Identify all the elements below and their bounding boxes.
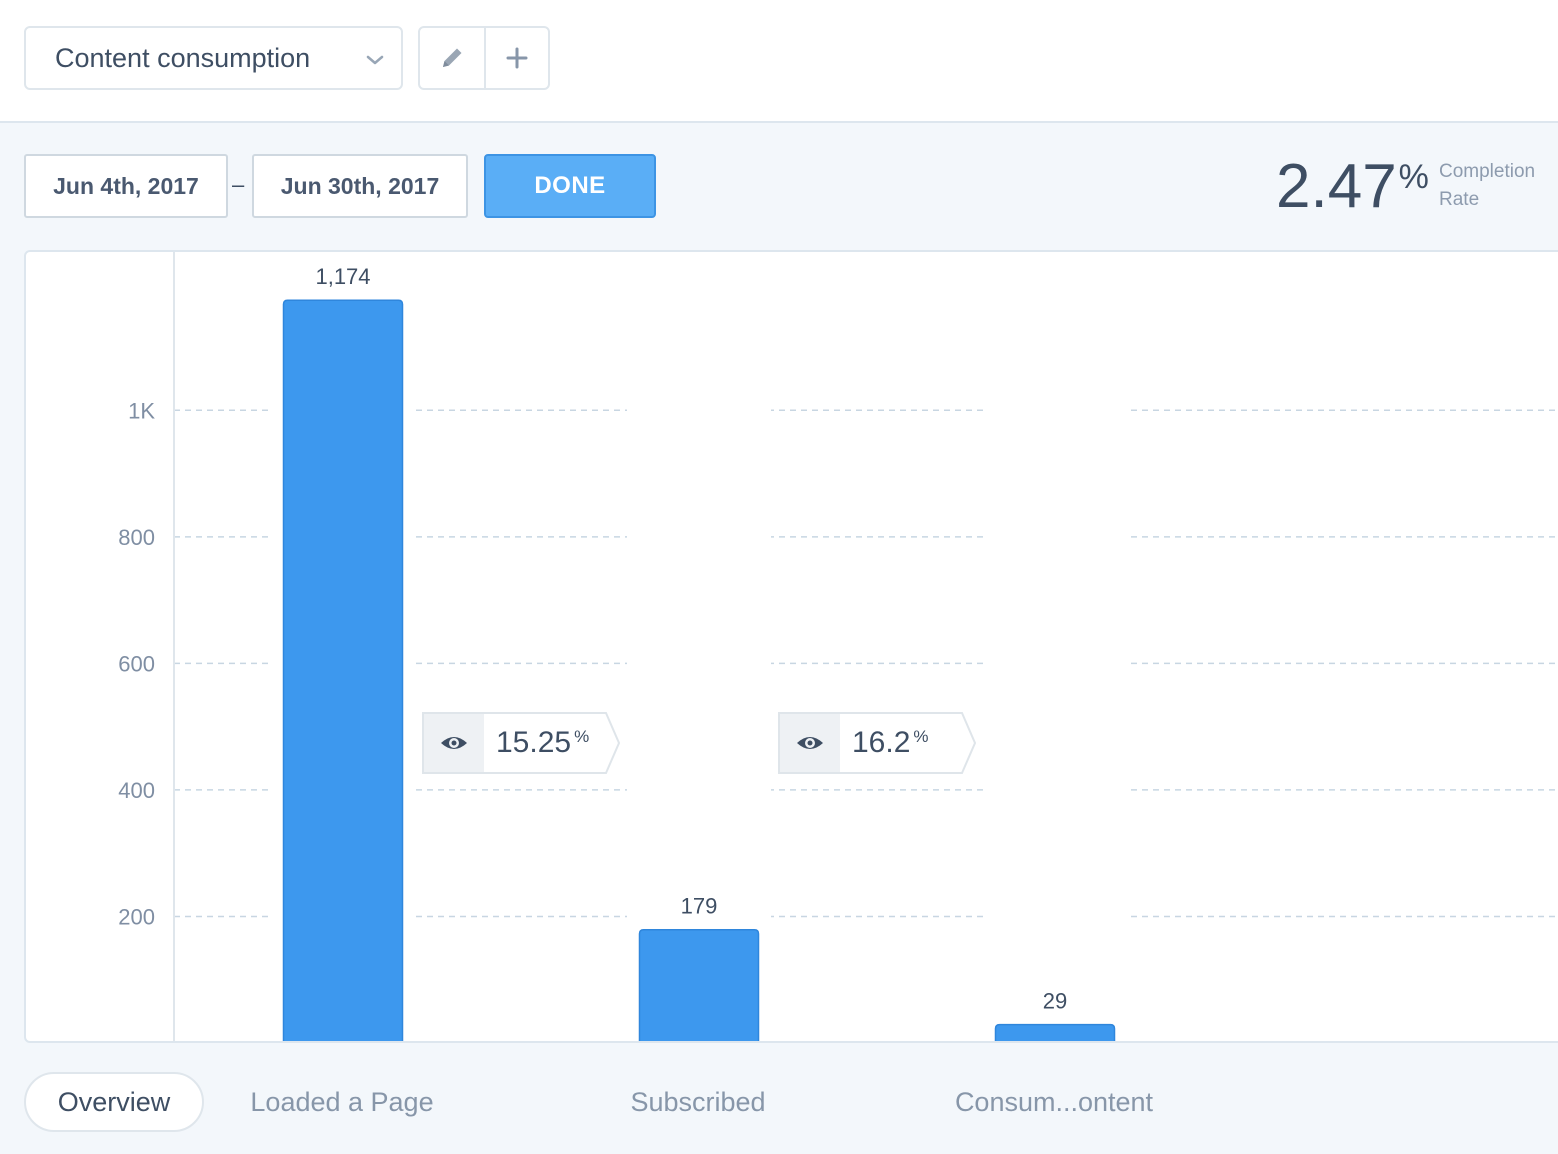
step-tabs: Overview Loaded a Page Subscribed Consum…	[0, 1060, 1558, 1150]
plus-icon	[506, 47, 528, 69]
report-actions	[418, 26, 550, 90]
conversion-tag-2[interactable]: 16.2%	[778, 712, 976, 774]
tag-arrow	[958, 712, 976, 774]
eye-icon	[422, 712, 484, 774]
conversion-number-2: 16.2	[852, 726, 911, 759]
conversion-unit-2: %	[913, 727, 929, 746]
start-date-value: Jun 4th, 2017	[53, 172, 199, 199]
tab-subscribed[interactable]: Subscribed	[588, 1072, 808, 1132]
pencil-icon	[442, 48, 462, 67]
completion-rate-label: Completion Rate	[1439, 161, 1536, 210]
y-tick-label: 200	[118, 904, 155, 929]
completion-rate: 2.47 %	[1276, 150, 1429, 224]
tab-consumed-content[interactable]: Consum...ontent	[934, 1072, 1174, 1132]
conversion-tag-1[interactable]: 15.25%	[422, 712, 620, 774]
y-tick-label: 600	[118, 651, 155, 676]
date-separator: –	[232, 172, 245, 197]
y-tick-label: 1K	[128, 398, 155, 423]
report-select-label: Content consumption	[55, 42, 311, 73]
eye-icon	[778, 712, 840, 774]
y-tick-label: 400	[118, 778, 155, 803]
start-date-input[interactable]: Jun 4th, 2017	[24, 154, 228, 218]
conversion-unit-1: %	[574, 727, 590, 746]
bar	[994, 1023, 1116, 1041]
completion-rate-unit: %	[1398, 158, 1429, 196]
bar-value-label: 1,174	[315, 264, 370, 289]
funnel-chart: 200 400 600 800 1K 1,174 179 29	[24, 250, 1558, 1043]
bar-column-bg	[627, 252, 771, 1041]
completion-rate-value: 2.47	[1276, 152, 1397, 221]
chevron-down-icon	[366, 55, 384, 65]
end-date-value: Jun 30th, 2017	[280, 172, 440, 199]
add-report-button[interactable]	[483, 28, 548, 88]
tab-overview[interactable]: Overview	[24, 1072, 204, 1132]
chart-canvas: 200 400 600 800 1K 1,174 179 29	[118, 252, 1558, 1041]
end-date-input[interactable]: Jun 30th, 2017	[252, 154, 468, 218]
tag-arrow	[602, 712, 620, 774]
conversion-number-1: 15.25	[496, 726, 572, 759]
done-button[interactable]: DONE	[484, 154, 656, 218]
conversion-value-1: 15.25%	[484, 712, 602, 774]
conversion-value-2: 16.2%	[840, 712, 958, 774]
bar-column-bg	[983, 252, 1127, 1041]
top-bar: Content consumption	[0, 0, 1558, 123]
bar	[282, 299, 404, 1041]
report-select[interactable]: Content consumption	[24, 26, 403, 90]
tab-loaded-a-page[interactable]: Loaded a Page	[232, 1072, 452, 1132]
bar-value-label: 29	[1043, 989, 1067, 1014]
bar	[638, 928, 760, 1041]
edit-report-button[interactable]	[420, 28, 484, 88]
bar-value-label: 179	[681, 894, 718, 919]
y-tick-label: 800	[118, 525, 155, 550]
